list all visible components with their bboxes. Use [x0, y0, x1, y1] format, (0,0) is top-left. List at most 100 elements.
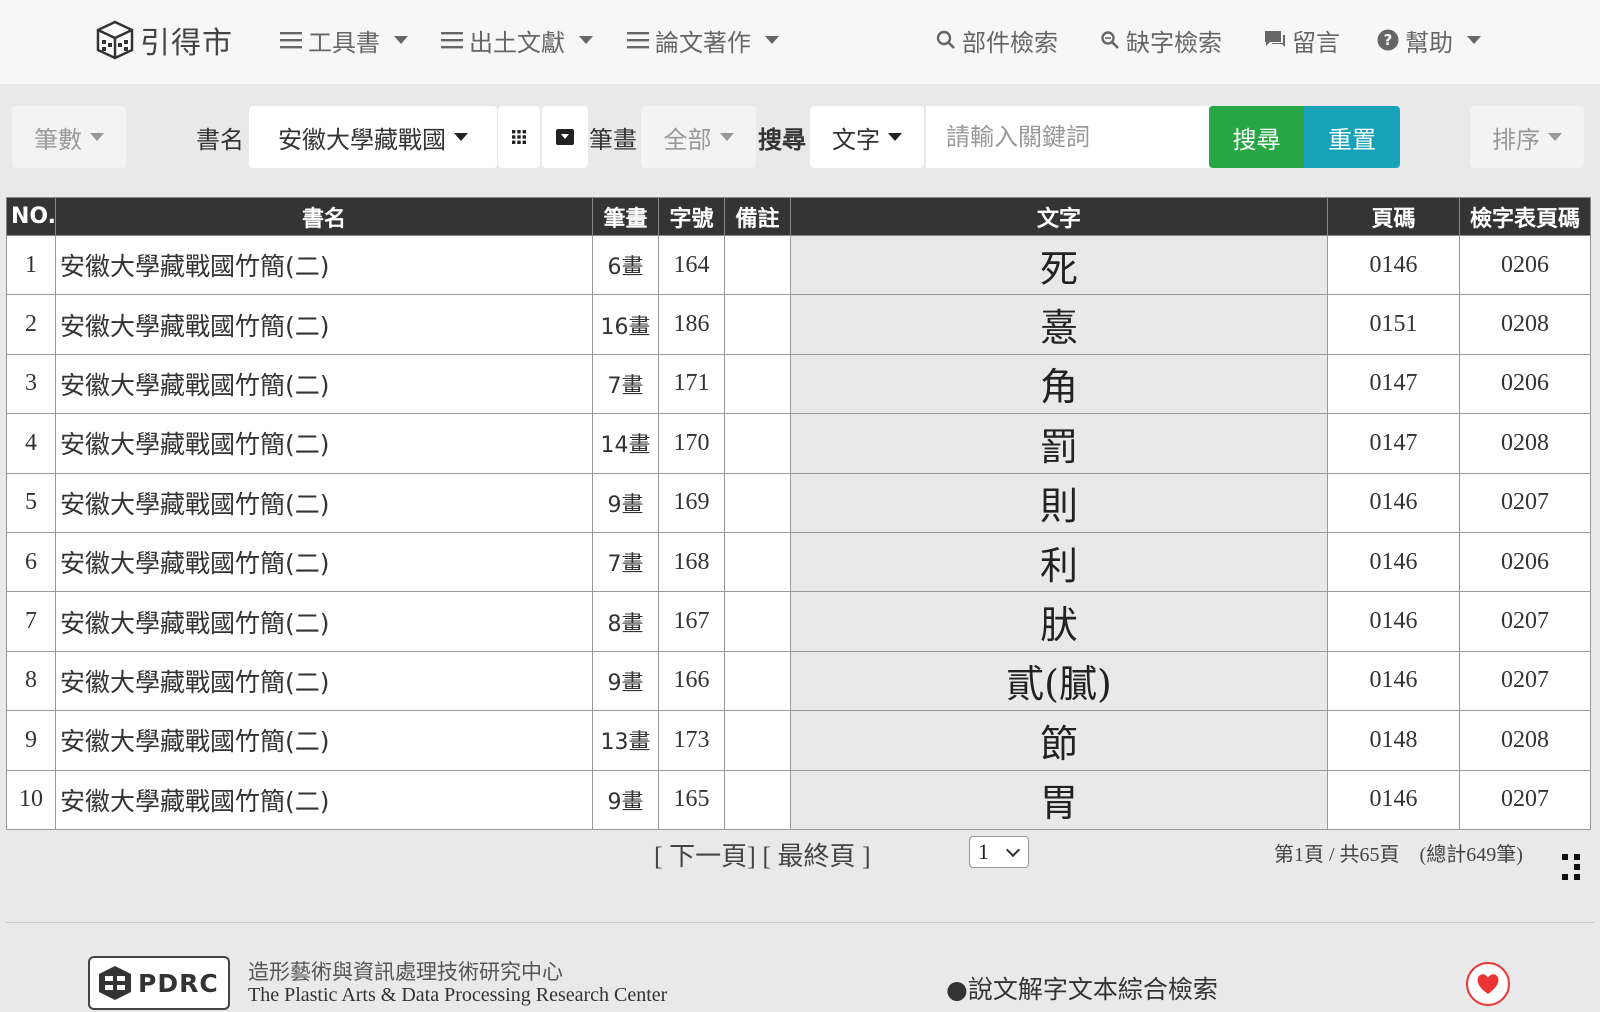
cell-strokes: 9畫 — [592, 472, 659, 533]
cell-no: 1 — [6, 234, 56, 296]
cell-book: 安徽大學藏戰國竹簡(二) — [55, 472, 593, 533]
cell-code: 166 — [658, 650, 725, 712]
search-button[interactable]: 搜尋 — [1209, 106, 1304, 168]
page-number-select[interactable]: 1 — [969, 836, 1029, 868]
table-row[interactable]: 7 安徽大學藏戰國竹簡(二) 8畫 167 肰 0146 0207 — [6, 591, 1591, 652]
caret-down-icon — [394, 36, 408, 44]
header-page[interactable]: 頁碼 — [1327, 197, 1460, 236]
cell-char[interactable]: 罰 — [790, 413, 1328, 474]
table-row[interactable]: 5 安徽大學藏戰國竹簡(二) 9畫 169 則 0146 0207 — [6, 472, 1591, 533]
last-page-link[interactable]: [ 最終頁 ] — [762, 842, 870, 871]
cell-char[interactable]: 貳(膩) — [790, 650, 1328, 712]
nav-papers[interactable]: 論文著作 — [627, 20, 779, 60]
book-label: 書名 — [196, 125, 244, 154]
menu-icon — [280, 32, 302, 49]
brand[interactable]: 引得市 — [96, 18, 233, 62]
nav-message-board[interactable]: 留言 — [1264, 20, 1340, 60]
stroke-select[interactable]: 全部 — [641, 106, 756, 168]
cell-book: 安徽大學藏戰國竹簡(二) — [55, 710, 593, 771]
keyword-input[interactable] — [926, 106, 1209, 168]
site-badge-icon[interactable] — [1466, 962, 1510, 1006]
stroke-count-dropdown[interactable]: 筆數 — [12, 106, 126, 168]
table-row[interactable]: 3 安徽大學藏戰國竹簡(二) 7畫 171 角 0147 0206 — [6, 353, 1591, 415]
cell-code: 186 — [658, 294, 725, 355]
org-name-en: The Plastic Arts & Data Processing Resea… — [248, 984, 668, 1006]
cell-code: 164 — [658, 234, 725, 296]
nav-label: 部件檢索 — [962, 28, 1058, 57]
cell-char[interactable]: 憙 — [790, 294, 1328, 355]
next-page-link[interactable]: [ 下一頁] — [654, 842, 756, 871]
nav-missing-char-search[interactable]: 缺字檢索 — [1100, 20, 1222, 60]
table-row[interactable]: 10 安徽大學藏戰國竹簡(二) 9畫 165 胃 0146 0207 — [6, 769, 1591, 830]
cell-page: 0147 — [1327, 413, 1460, 474]
sort-dropdown[interactable]: 排序 — [1470, 106, 1584, 168]
cell-index-page: 0206 — [1459, 234, 1591, 296]
cell-char[interactable]: 角 — [790, 353, 1328, 415]
cell-char[interactable]: 肰 — [790, 591, 1328, 652]
cell-note — [724, 472, 791, 533]
search-type-select[interactable]: 文字 — [810, 106, 924, 168]
cell-strokes: 9畫 — [592, 769, 659, 830]
cell-no: 9 — [6, 710, 56, 771]
reset-button[interactable]: 重置 — [1304, 106, 1400, 168]
header-strokes[interactable]: 筆畫 — [592, 197, 659, 236]
table-row[interactable]: 9 安徽大學藏戰國竹簡(二) 13畫 173 節 0148 0208 — [6, 710, 1591, 771]
header-char[interactable]: 文字 — [790, 197, 1328, 236]
grid-view-button[interactable] — [498, 106, 540, 168]
cell-index-page: 0208 — [1459, 294, 1591, 355]
search-icon — [936, 30, 955, 49]
cell-no: 3 — [6, 353, 56, 415]
table-row[interactable]: 8 安徽大學藏戰國竹簡(二) 9畫 166 貳(膩) 0146 0207 — [6, 650, 1591, 712]
caret-down-icon — [888, 133, 902, 141]
header-note[interactable]: 備註 — [724, 197, 791, 236]
stroke-label: 筆畫 — [589, 125, 637, 154]
cell-code: 170 — [658, 413, 725, 474]
cell-page: 0147 — [1327, 353, 1460, 415]
header-index-page[interactable]: 檢字表頁碼 — [1459, 197, 1591, 236]
cell-book: 安徽大學藏戰國竹簡(二) — [55, 294, 593, 355]
cell-book: 安徽大學藏戰國竹簡(二) — [55, 769, 593, 830]
nav-help[interactable]: ? 幫助 — [1377, 20, 1481, 60]
table-row[interactable]: 1 安徽大學藏戰國竹簡(二) 6畫 164 死 0146 0206 — [6, 234, 1591, 296]
caret-down-icon — [1548, 133, 1562, 141]
cell-char[interactable]: 則 — [790, 472, 1328, 533]
cell-char[interactable]: 利 — [790, 531, 1328, 593]
nav-component-search[interactable]: 部件檢索 — [936, 20, 1058, 60]
cell-note — [724, 353, 791, 415]
nav-excavated-texts[interactable]: 出土文獻 — [441, 20, 593, 60]
book-select[interactable]: 安徽大學藏戰國 — [249, 106, 497, 168]
cell-code: 173 — [658, 710, 725, 771]
cell-strokes: 6畫 — [592, 234, 659, 296]
caret-down-icon — [1467, 36, 1481, 44]
brand-name: 引得市 — [140, 26, 233, 61]
header-book[interactable]: 書名 — [55, 197, 593, 236]
nav-label: 幫助 — [1405, 28, 1453, 57]
drag-handle-icon[interactable] — [1560, 852, 1584, 884]
cell-char[interactable]: 死 — [790, 234, 1328, 296]
cell-book: 安徽大學藏戰國竹簡(二) — [55, 650, 593, 712]
cell-page: 0151 — [1327, 294, 1460, 355]
nav-label: 工具書 — [308, 28, 380, 57]
table-row[interactable]: 2 安徽大學藏戰國竹簡(二) 16畫 186 憙 0151 0208 — [6, 294, 1591, 355]
cell-char[interactable]: 胃 — [790, 769, 1328, 830]
cell-strokes: 8畫 — [592, 591, 659, 652]
table-row[interactable]: 4 安徽大學藏戰國竹簡(二) 14畫 170 罰 0147 0208 — [6, 413, 1591, 474]
cell-note — [724, 294, 791, 355]
cube-logo-icon — [96, 20, 134, 60]
archive-button[interactable] — [542, 106, 588, 168]
cell-no: 5 — [6, 472, 56, 533]
nav-label: 論文著作 — [655, 28, 751, 57]
cell-strokes: 9畫 — [592, 650, 659, 712]
header-code[interactable]: 字號 — [658, 197, 725, 236]
cell-book: 安徽大學藏戰國竹簡(二) — [55, 591, 593, 652]
pdrc-logo[interactable]: PDRC — [88, 956, 230, 1010]
cell-index-page: 0207 — [1459, 650, 1591, 712]
cell-index-page: 0207 — [1459, 472, 1591, 533]
table-row[interactable]: 6 安徽大學藏戰國竹簡(二) 7畫 168 利 0146 0206 — [6, 531, 1591, 593]
menu-icon — [441, 32, 463, 49]
cell-char[interactable]: 節 — [790, 710, 1328, 771]
header-no[interactable]: NO. — [6, 197, 56, 236]
nav-reference-books[interactable]: 工具書 — [280, 20, 408, 60]
shuowen-search-link[interactable]: ●說文解字文本綜合檢索 — [946, 970, 1218, 1006]
cell-code: 169 — [658, 472, 725, 533]
